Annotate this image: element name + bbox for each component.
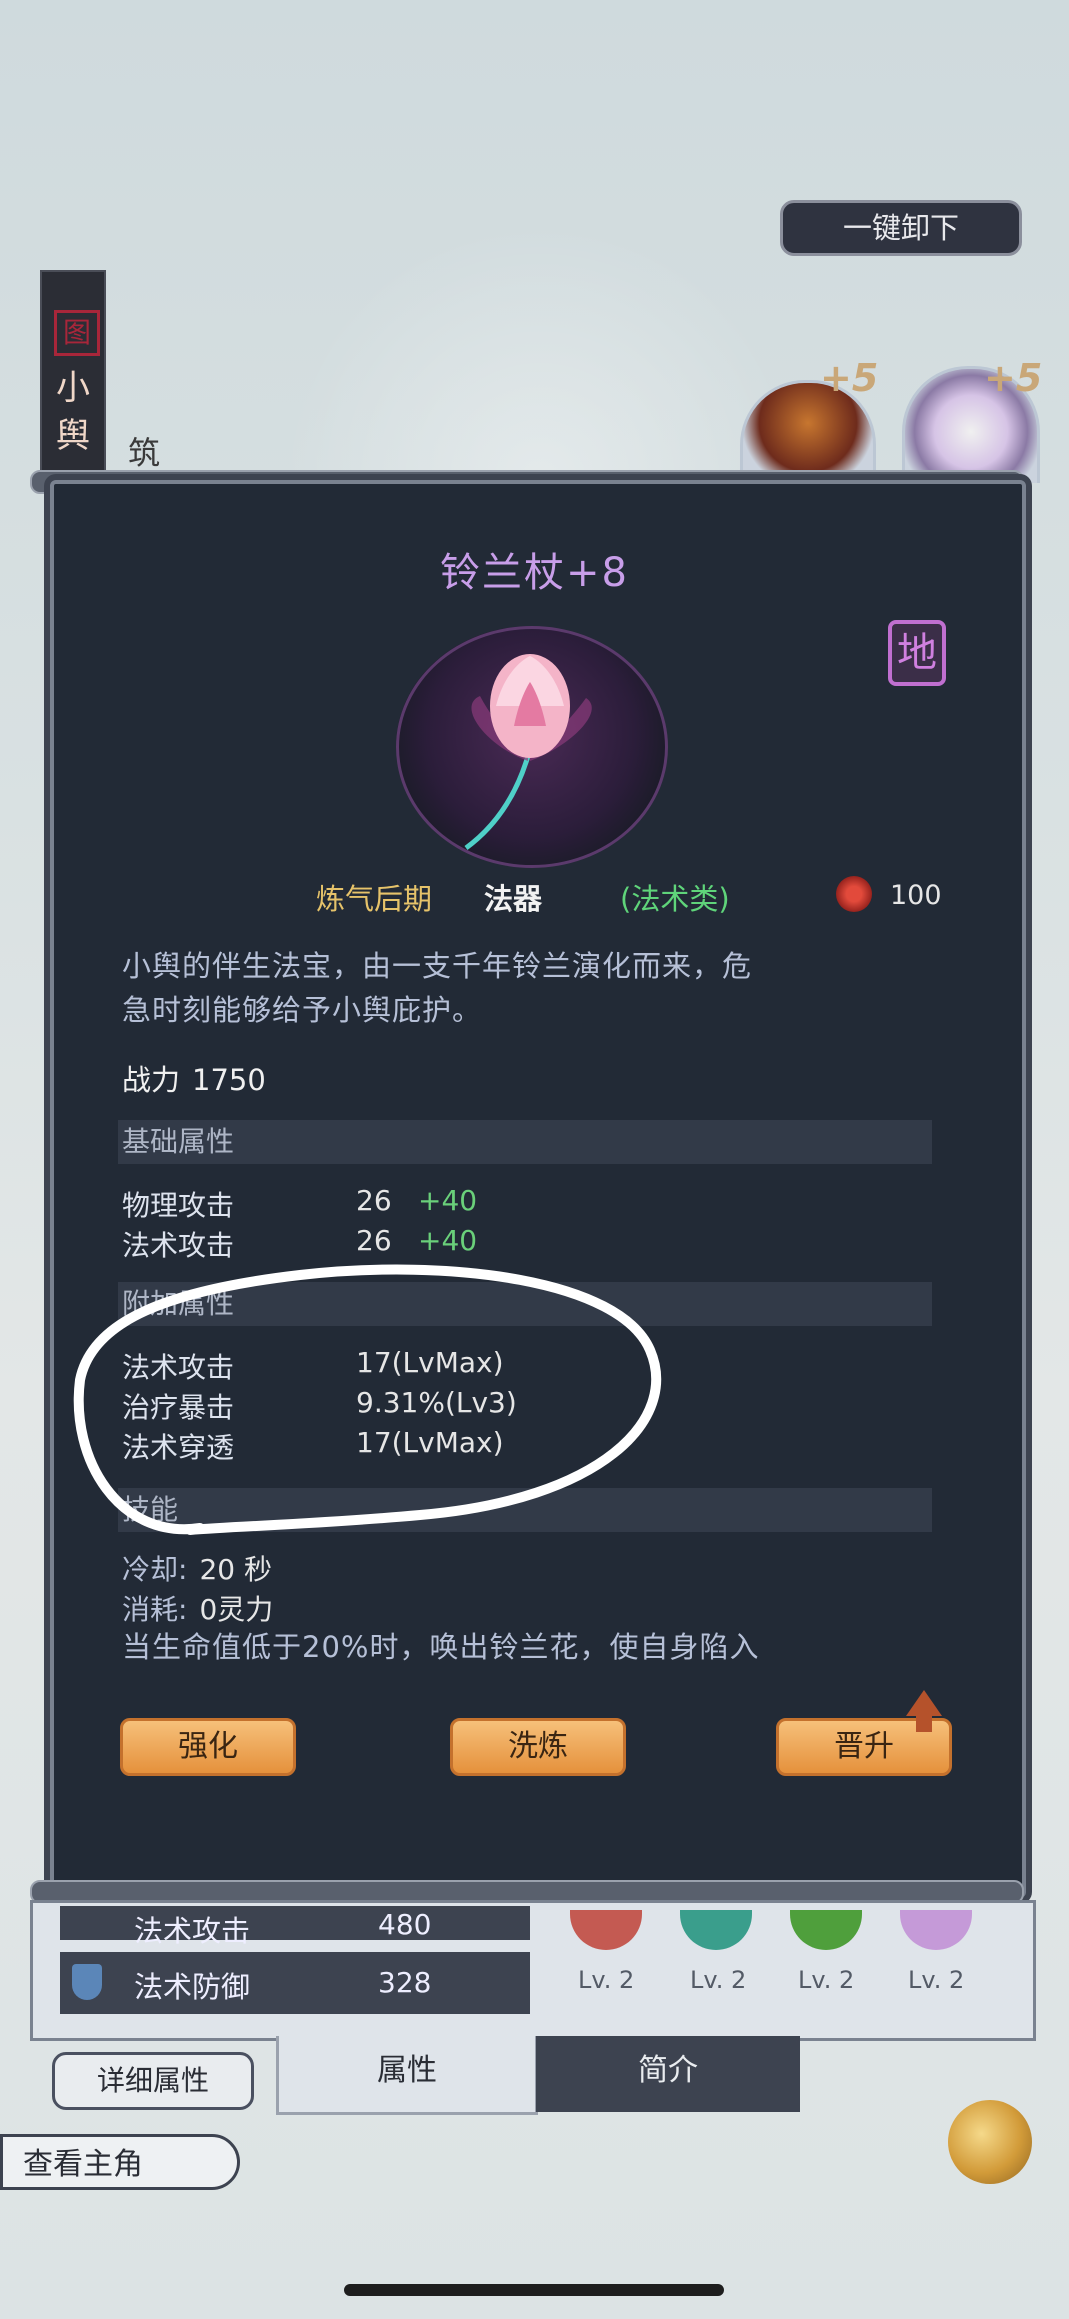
skill-cost: 消耗: 0灵力 bbox=[122, 1593, 274, 1626]
skill-level: Lv. 2 bbox=[690, 1966, 747, 1994]
enhance-button[interactable]: 强化 bbox=[120, 1718, 296, 1776]
grade-badge: 地 bbox=[888, 620, 946, 686]
upgrade-arrow-stem bbox=[916, 1714, 932, 1732]
attribute-row-magic-attack: 法术攻击 480 bbox=[60, 1906, 530, 1948]
base-stat-row: 物理攻击 26 +40 bbox=[122, 1184, 478, 1222]
shield-icon bbox=[72, 1964, 102, 2000]
item-description: 小舆的伴生法宝，由一支千年铃兰演化而来，危 急时刻能够给予小舆庇护。 bbox=[122, 949, 753, 1027]
unequip-all-button[interactable]: 一键卸下 bbox=[780, 200, 1022, 256]
section-extra-attributes: 附加属性 bbox=[118, 1282, 932, 1326]
tab-attributes[interactable]: 属性 bbox=[276, 2036, 538, 2115]
skill-cooldown: 冷却: 20 秒 bbox=[122, 1553, 272, 1586]
extra-stat-row: 法术穿透 17(LvMax) bbox=[122, 1426, 504, 1464]
extra-stat-row: 治疗暴击 9.31%(Lv3) bbox=[122, 1386, 517, 1424]
side-sub-label: 筑 bbox=[128, 434, 161, 472]
view-main-character-button[interactable]: 查看主角 bbox=[0, 2134, 240, 2190]
seal-icon: 图 bbox=[54, 310, 100, 356]
extra-stat-row: 法术攻击 17(LvMax) bbox=[122, 1346, 504, 1384]
item-realm: 炼气后期 bbox=[316, 882, 433, 916]
item-category: 法器 bbox=[484, 882, 543, 916]
tab-intro[interactable]: 简介 bbox=[536, 2036, 800, 2112]
skill-level: Lv. 2 bbox=[798, 1966, 855, 1994]
skill-level: Lv. 2 bbox=[908, 1966, 965, 1994]
character-side-tab[interactable]: 图 小 舆 bbox=[40, 270, 106, 484]
base-stat-row: 法术攻击 26 +40 bbox=[122, 1224, 478, 1262]
home-indicator[interactable] bbox=[344, 2284, 724, 2296]
refine-button[interactable]: 洗炼 bbox=[450, 1718, 626, 1776]
attribute-row-magic-defense: 法术防御 328 bbox=[60, 1952, 530, 2014]
battle-power: 战力 1750 bbox=[122, 1063, 266, 1097]
section-skill: 技能 bbox=[118, 1488, 932, 1532]
section-base-attributes: 基础属性 bbox=[118, 1120, 932, 1164]
enhance-level-badge: +5 bbox=[984, 356, 1043, 400]
character-name-vertical: 小 舆 bbox=[56, 368, 90, 456]
swirl-icon[interactable] bbox=[948, 2100, 1032, 2184]
upgrade-arrow-icon bbox=[906, 1690, 942, 1716]
power-cost-value: 100 bbox=[890, 880, 942, 911]
lotus-staff-icon bbox=[464, 654, 592, 851]
power-cost-icon bbox=[836, 876, 872, 912]
detailed-attributes-button[interactable]: 详细属性 bbox=[52, 2052, 254, 2110]
item-type-tag: (法术类) bbox=[620, 882, 730, 916]
skill-level: Lv. 2 bbox=[578, 1966, 635, 1994]
enhance-level-badge: +5 bbox=[820, 356, 879, 400]
skill-effect: 当生命值低于20%时，唤出铃兰花，使自身陷入 bbox=[122, 1630, 760, 1664]
item-name: 铃兰杖+8 bbox=[440, 550, 629, 596]
